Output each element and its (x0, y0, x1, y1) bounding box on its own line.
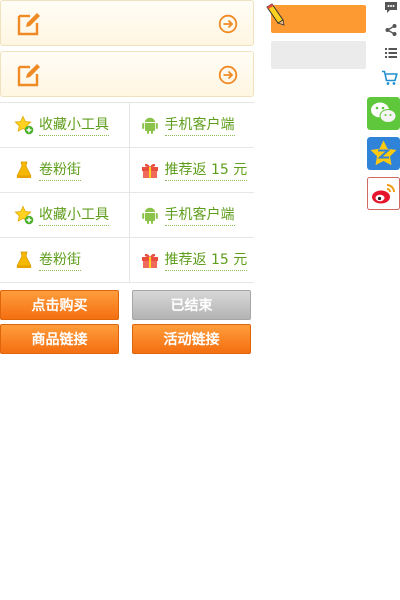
star-add-icon (14, 205, 34, 225)
button-row: 点击购买 已结束 (0, 290, 251, 320)
cart-icon[interactable] (381, 70, 398, 86)
ended-button[interactable]: 已结束 (132, 290, 251, 320)
tools-row: 收藏小工具 手机客户端 (0, 193, 254, 238)
juanfen-street-label[interactable]: 卷粉街 (39, 249, 81, 271)
weibo-icon[interactable] (367, 177, 400, 210)
dress-icon (16, 251, 32, 268)
buy-button[interactable]: 点击购买 (0, 290, 119, 320)
wechat-icon[interactable] (367, 97, 400, 130)
edit-icon[interactable] (16, 11, 42, 37)
recommend-reward-link[interactable]: 推荐返 15 元 (130, 148, 255, 192)
button-row: 商品链接 活动链接 (0, 324, 251, 354)
dress-icon (16, 161, 32, 178)
mobile-client-label[interactable]: 手机客户端 (164, 204, 235, 226)
favorite-tool-label[interactable]: 收藏小工具 (39, 204, 109, 226)
product-link-button[interactable]: 商品链接 (0, 324, 119, 354)
action-buttons: 点击购买 已结束 商品链接 活动链接 (0, 290, 254, 354)
list-icon[interactable] (384, 46, 398, 60)
activity-link-button[interactable]: 活动链接 (132, 324, 251, 354)
mobile-client-label[interactable]: 手机客户端 (164, 114, 235, 136)
qzone-icon[interactable] (367, 137, 400, 170)
favorite-tool-link[interactable]: 收藏小工具 (0, 193, 130, 237)
juanfen-street-label[interactable]: 卷粉街 (39, 159, 81, 181)
tools-grid: 收藏小工具 手机客户端 卷粉街 推荐返 15 元 收藏小工具 手机客户端 卷粉街… (0, 102, 254, 283)
recommend-reward-link[interactable]: 推荐返 15 元 (130, 238, 255, 282)
star-add-icon (14, 115, 34, 135)
edit-banner-1[interactable] (0, 0, 254, 46)
tools-row: 卷粉街 推荐返 15 元 (0, 238, 254, 283)
comment-icon[interactable] (384, 0, 398, 14)
android-icon (141, 207, 158, 224)
juanfen-street-link[interactable]: 卷粉街 (0, 148, 130, 192)
android-icon (141, 117, 158, 134)
pencil-icon (266, 3, 285, 26)
recommend-reward-label[interactable]: 推荐返 15 元 (164, 249, 248, 271)
recommend-reward-label[interactable]: 推荐返 15 元 (164, 159, 248, 181)
favorite-tool-label[interactable]: 收藏小工具 (39, 114, 109, 136)
gift-icon (141, 163, 158, 178)
tools-row: 收藏小工具 手机客户端 (0, 103, 254, 148)
arrow-right-circle-icon[interactable] (218, 65, 238, 85)
gift-icon (141, 253, 158, 268)
favorite-tool-link[interactable]: 收藏小工具 (0, 103, 130, 147)
gray-note-bar[interactable] (271, 41, 366, 69)
edit-icon[interactable] (16, 62, 42, 88)
arrow-right-circle-icon[interactable] (218, 14, 238, 34)
mobile-client-link[interactable]: 手机客户端 (130, 103, 255, 147)
edit-banner-2[interactable] (0, 51, 254, 97)
left-column: 收藏小工具 手机客户端 卷粉街 推荐返 15 元 收藏小工具 手机客户端 卷粉街… (0, 0, 254, 358)
tools-row: 卷粉街 推荐返 15 元 (0, 148, 254, 193)
mobile-client-link[interactable]: 手机客户端 (130, 193, 255, 237)
juanfen-street-link[interactable]: 卷粉街 (0, 238, 130, 282)
share-icon[interactable] (384, 23, 398, 37)
